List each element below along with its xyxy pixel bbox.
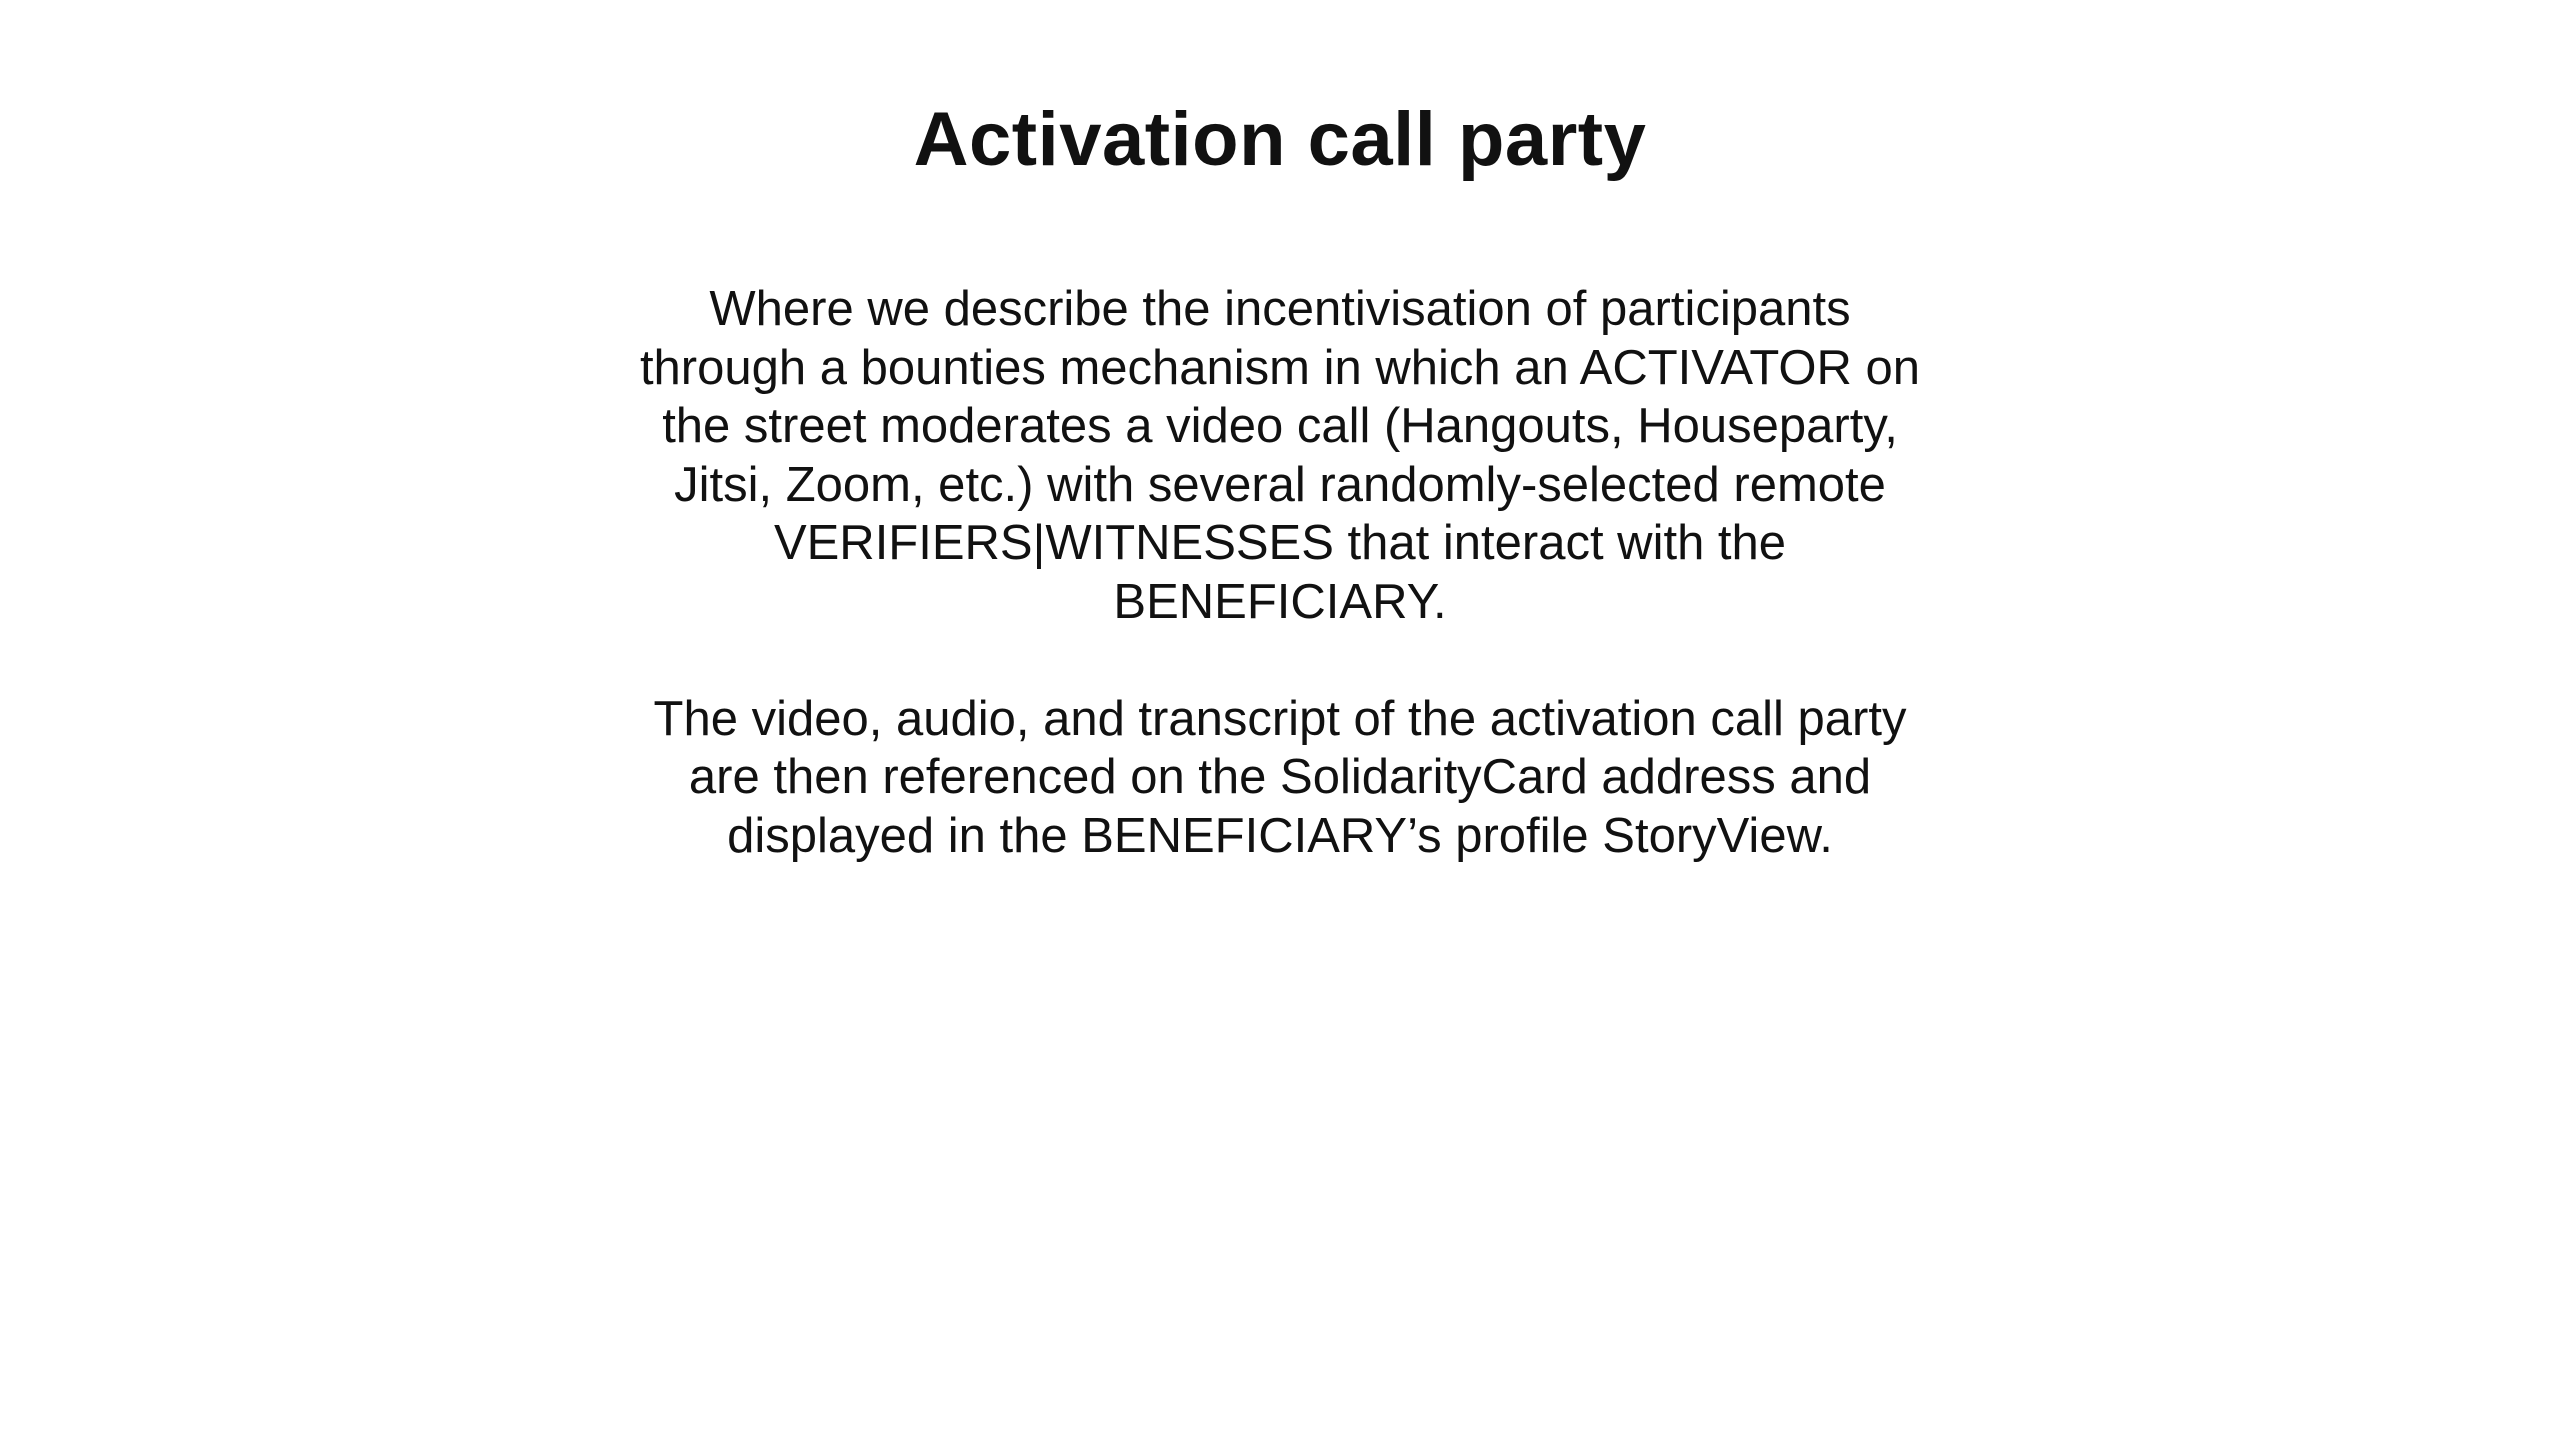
body-paragraph-2: The video, audio, and transcript of the …	[653, 691, 1907, 863]
slide-body: Where we describe the incentivisation of…	[630, 280, 1930, 865]
body-paragraph-1: Where we describe the incentivisation of…	[639, 282, 1921, 629]
slide: Activation call party Where we describe …	[0, 0, 2560, 1440]
slide-title: Activation call party	[913, 97, 1647, 182]
